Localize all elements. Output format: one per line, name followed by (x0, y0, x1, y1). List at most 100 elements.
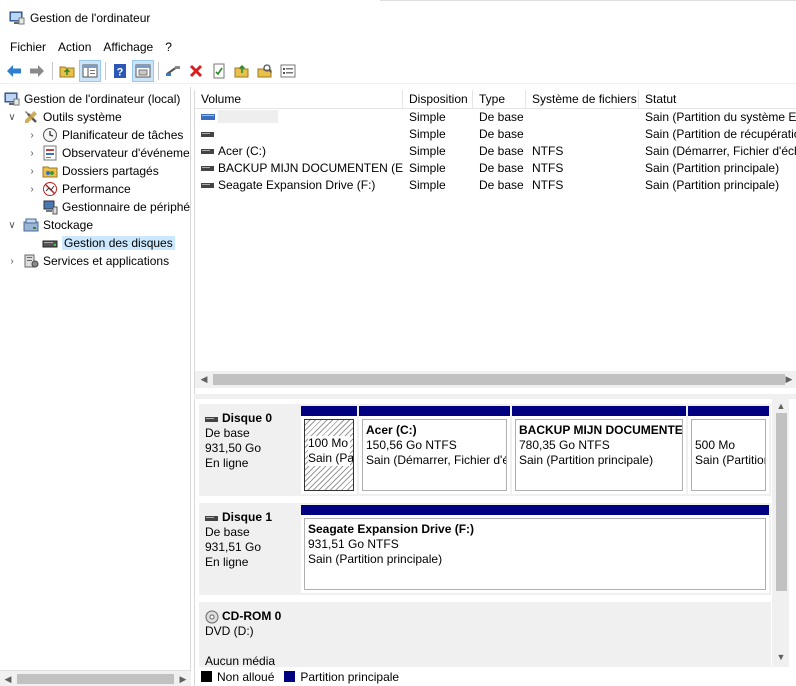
partition-content: 100 Mo Sain (Partition du système EFI) (304, 419, 354, 491)
expand-chevron-icon[interactable]: › (6, 255, 18, 267)
tree-item-shared-folders[interactable]: › Dossiers partagés (26, 162, 159, 180)
partition-backup-e[interactable]: BACKUP MIJN DOCUMENTEN 780,35 Go NTFS Sa… (512, 406, 686, 494)
scrollbar-thumb[interactable] (213, 374, 785, 385)
disk-icon (205, 515, 218, 521)
up-level-button[interactable] (56, 60, 78, 82)
scroll-right-icon[interactable]: ▶ (783, 373, 795, 385)
scroll-left-icon[interactable]: ◀ (198, 373, 210, 385)
tree-item-services-applications[interactable]: › Services et applications (6, 252, 169, 270)
properties-button[interactable] (208, 60, 230, 82)
tree-item-disk-management[interactable]: Gestion des disques (42, 234, 175, 252)
partition-seagate-f[interactable]: Seagate Expansion Drive (F:) 931,51 Go N… (301, 505, 769, 593)
tree-item-device-manager[interactable]: Gestionnaire de périphériques (42, 198, 190, 216)
partition-content: BACKUP MIJN DOCUMENTEN 780,35 Go NTFS Sa… (515, 419, 683, 491)
navigation-tree[interactable]: Gestion de l'ordinateur (local) ∨ Outils… (0, 87, 191, 670)
partition-recovery[interactable]: 500 Mo Sain (Partition de récupération) (688, 406, 769, 494)
disk-0-label[interactable]: Disque 0 De base 931,50 Go En ligne (199, 404, 299, 496)
volume-drive-icon (201, 183, 214, 188)
disk-vertical-scrollbar[interactable]: ▲ ▼ (772, 399, 789, 667)
open-button[interactable] (231, 60, 253, 82)
back-button[interactable] (3, 60, 25, 82)
toolbar: ? (0, 58, 796, 84)
partition-acer-c[interactable]: Acer (C:) 150,56 Go NTFS Sain (Démarrer,… (359, 406, 510, 494)
partition-size: 931,51 Go NTFS (308, 537, 399, 551)
list-horizontal-scrollbar[interactable]: ◀ ▶ (195, 371, 796, 388)
partition-efi[interactable]: 100 Mo Sain (Partition du système EFI) (301, 406, 357, 494)
volume-status: Sain (Démarrer, Fichier d'échange) (645, 144, 796, 158)
show-tree-button[interactable] (79, 59, 101, 82)
table-row[interactable]: Simple De base Sain (Partition de récupé… (195, 126, 796, 143)
connect-button[interactable] (162, 60, 184, 82)
tree-item-performance[interactable]: › Performance (26, 180, 131, 198)
partition-status: Sain (Démarrer, Fichier d'échange) (366, 453, 506, 467)
search-button[interactable] (254, 60, 276, 82)
cdrom-0-label[interactable]: CD-ROM 0 DVD (D:) Aucun média (199, 602, 299, 667)
tree-item-task-scheduler[interactable]: › Planificateur de tâches (26, 126, 183, 144)
tree-item-label: Dossiers partagés (62, 164, 159, 178)
partition-status: Sain (Partition de récupération) (695, 453, 766, 467)
table-row[interactable]: Seagate Expansion Drive (F:) Simple De b… (195, 177, 796, 194)
column-header-layout[interactable]: Disposition (403, 90, 473, 109)
volume-drive-icon (201, 166, 214, 171)
scroll-right-icon[interactable]: ▶ (177, 673, 189, 685)
partition-name: Acer (C:) (366, 423, 417, 437)
forward-icon (30, 64, 44, 77)
menu-fichier[interactable]: Fichier (4, 38, 52, 56)
svg-text:?: ? (117, 66, 124, 78)
column-header-volume[interactable]: Volume (195, 90, 403, 109)
collapse-chevron-icon[interactable]: ∨ (6, 111, 18, 123)
disk-icon (205, 416, 218, 422)
forward-button[interactable] (26, 60, 48, 82)
disk-name: Disque 0 (222, 411, 273, 425)
column-header-filesystem[interactable]: Système de fichiers (526, 90, 639, 109)
console-button[interactable] (132, 59, 154, 82)
collapse-chevron-icon[interactable]: ∨ (6, 219, 18, 231)
tree-item-label: Stockage (43, 218, 94, 232)
expand-chevron-icon[interactable]: › (26, 183, 38, 195)
scroll-up-icon[interactable]: ▲ (775, 400, 787, 412)
menu-action[interactable]: Action (52, 38, 97, 56)
tree-item-label: Services et applications (43, 254, 170, 268)
legend-unallocated-label: Non alloué (217, 669, 275, 684)
menu-help[interactable]: ? (159, 38, 178, 56)
expand-chevron-icon[interactable]: › (26, 147, 38, 159)
table-row[interactable]: Simple De base Sain (Partition du systèm… (195, 109, 796, 126)
delete-button[interactable] (185, 60, 207, 82)
expand-chevron-icon[interactable]: › (26, 165, 38, 177)
services-icon (24, 254, 39, 268)
tree-item-system-tools[interactable]: ∨ Outils système (6, 108, 121, 126)
volume-stripe-icon (201, 114, 215, 120)
tree-item-event-viewer[interactable]: › Observateur d'événements (26, 144, 190, 162)
event-viewer-icon (43, 145, 57, 161)
expand-chevron-icon[interactable]: › (26, 129, 38, 141)
table-row[interactable]: Acer (C:) Simple De base NTFS Sain (Déma… (195, 143, 796, 160)
help-button[interactable]: ? (109, 60, 131, 82)
tree-item-storage[interactable]: ∨ Stockage (6, 216, 93, 234)
menu-affichage[interactable]: Affichage (97, 38, 159, 56)
disk-1-label[interactable]: Disque 1 De base 931,51 Go En ligne (199, 503, 299, 595)
cdrom-0-area (299, 602, 771, 667)
disk-state: En ligne (205, 456, 249, 470)
disk-name: Disque 1 (222, 510, 273, 524)
volume-type: De base (479, 110, 524, 124)
partition-content: 500 Mo Sain (Partition de récupération) (691, 419, 766, 491)
console-icon (135, 64, 151, 77)
disk-graphical-view[interactable]: Disque 0 De base 931,50 Go En ligne 100 … (194, 399, 796, 667)
tree-item-computer-management[interactable]: Gestion de l'ordinateur (local) (4, 90, 180, 108)
scroll-down-icon[interactable]: ▼ (775, 651, 787, 663)
partition-size: 150,56 Go NTFS (366, 438, 457, 452)
tree-item-label: Gestion de l'ordinateur (local) (24, 92, 181, 106)
tree-horizontal-scrollbar[interactable]: ◀ ▶ (0, 670, 191, 686)
scrollbar-thumb[interactable] (17, 674, 174, 684)
table-row[interactable]: BACKUP MIJN DOCUMENTEN (E:) Simple De ba… (195, 160, 796, 177)
open-icon (234, 64, 249, 77)
column-header-type[interactable]: Type (473, 90, 526, 109)
column-header-status[interactable]: Statut (639, 90, 796, 109)
volume-status: Sain (Partition principale) (645, 161, 780, 175)
volume-name: Seagate Expansion Drive (F:) (218, 178, 376, 192)
scrollbar-thumb[interactable] (776, 413, 787, 591)
volume-list[interactable]: Volume Disposition Type Système de fichi… (194, 90, 796, 394)
tree-item-label: Observateur d'événements (62, 146, 190, 160)
list-button[interactable] (277, 60, 299, 82)
scroll-left-icon[interactable]: ◀ (2, 673, 14, 685)
